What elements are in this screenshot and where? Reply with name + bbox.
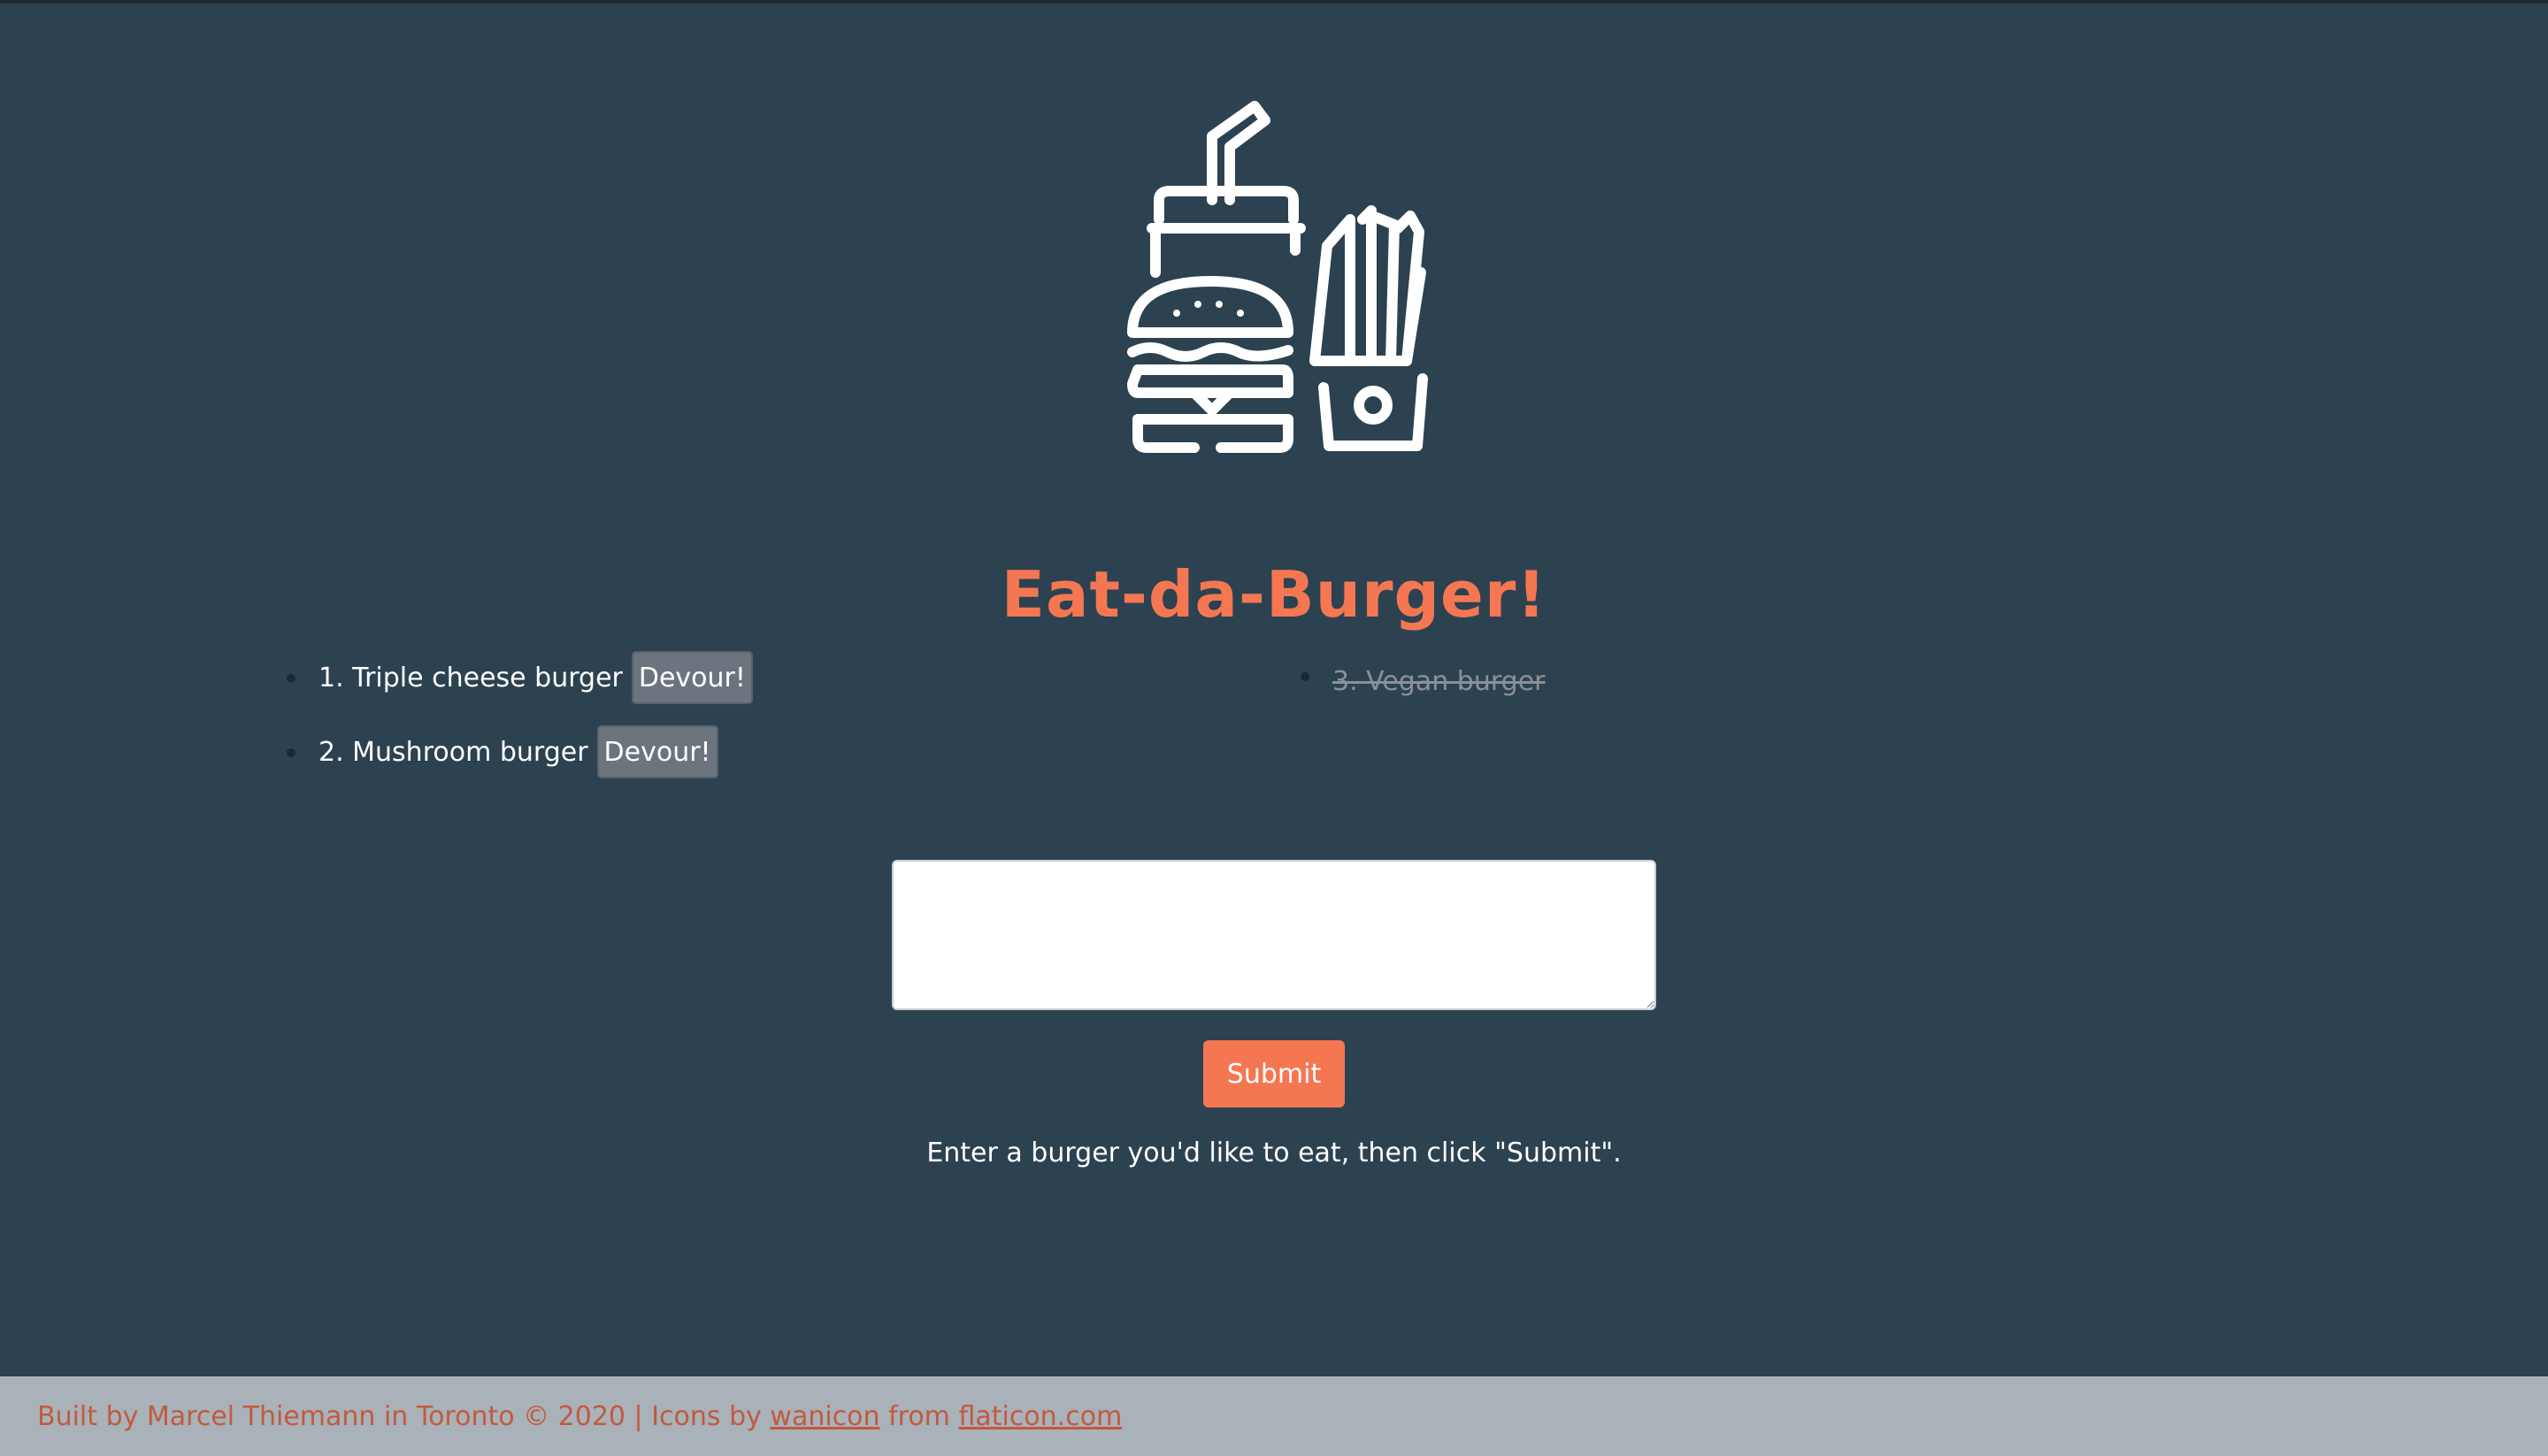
page-title: Eat-da-Burger! — [1001, 557, 1547, 632]
footer-from-text: from — [879, 1400, 959, 1432]
instructions-text: Enter a burger you'd like to eat, then c… — [926, 1138, 1622, 1169]
burger-name-input[interactable] — [892, 860, 1656, 1010]
devour-button[interactable]: Devour! — [631, 651, 753, 704]
bullet-icon — [1301, 672, 1309, 681]
devoured-burger-label: 3. Vegan burger — [1332, 665, 1546, 697]
wanicon-link[interactable]: wanicon — [770, 1401, 879, 1432]
burger-combo-icon — [1127, 101, 1428, 453]
list-item: 1. Triple cheese burger Devour! — [283, 651, 753, 704]
burgers-to-eat-list: 1. Triple cheese burger Devour! 2. Mushr… — [283, 651, 753, 800]
footer-credit-text: Built by Marcel Thiemann in Toronto © 20… — [37, 1400, 771, 1432]
bullet-icon — [287, 674, 295, 683]
burger-label: 2. Mushroom burger — [318, 736, 588, 768]
devour-button[interactable]: Devour! — [596, 725, 718, 778]
burger-label: 1. Triple cheese burger — [318, 662, 623, 694]
flaticon-link[interactable]: flaticon.com — [958, 1401, 1122, 1432]
devoured-burgers-list: 3. Vegan burger — [1297, 655, 1545, 729]
submit-button[interactable]: Submit — [1203, 1040, 1345, 1107]
list-item: 2. Mushroom burger Devour! — [283, 725, 753, 778]
top-border — [0, 0, 2548, 4]
list-item: 3. Vegan burger — [1297, 655, 1545, 708]
bullet-icon — [287, 748, 295, 757]
footer: Built by Marcel Thiemann in Toronto © 20… — [0, 1376, 2548, 1456]
